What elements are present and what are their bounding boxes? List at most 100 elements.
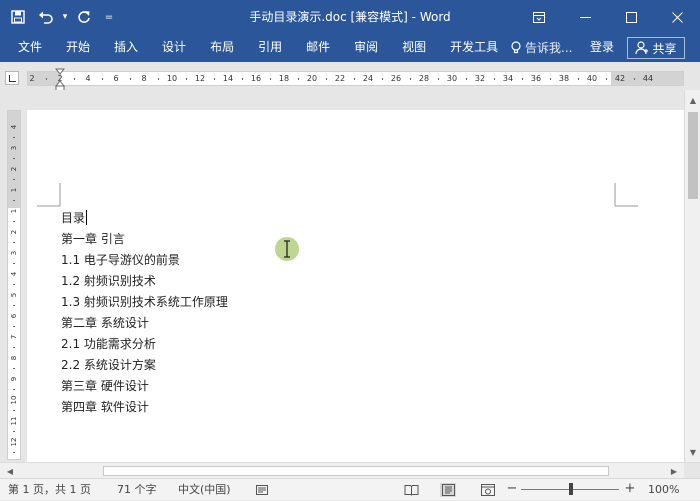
ruler-tick-mark	[466, 78, 467, 80]
ribbon-display-icon[interactable]	[516, 0, 562, 34]
vruler-tick-mark	[13, 347, 15, 348]
vruler-tick-label: 1	[10, 187, 18, 193]
tab-2[interactable]: 插入	[102, 34, 150, 62]
toc-line[interactable]: 第四章 软件设计	[61, 397, 228, 418]
login-link[interactable]: 登录	[590, 34, 614, 62]
ruler-tick-label: 10	[166, 74, 178, 83]
toc-line[interactable]: 1.2 射频识别技术	[61, 271, 228, 292]
ruler-tick-label: 22	[334, 74, 346, 83]
web-layout-icon[interactable]	[480, 483, 496, 497]
vertical-scrollbar[interactable]: ▲ ▼	[684, 90, 700, 462]
toc-line-text: 第二章 系统设计	[61, 316, 149, 330]
ruler-tick-label: 36	[530, 74, 542, 83]
vruler-tick-label: 6	[10, 313, 18, 319]
tell-me-box[interactable]: 告诉我...	[511, 34, 572, 62]
tab-0[interactable]: 文件	[6, 34, 54, 62]
crop-mark-top-left	[37, 183, 61, 207]
close-icon[interactable]	[654, 0, 700, 34]
vertical-ruler[interactable]: 4 3 2 1 1 2 3 4 5 6 7 8 9 10 11 12	[7, 110, 21, 460]
ruler-tick-label: 4	[85, 74, 91, 83]
share-button[interactable]: 共享	[627, 37, 685, 59]
toc-line[interactable]: 第二章 系统设计	[61, 313, 228, 334]
horizontal-scroll-thumb[interactable]	[103, 466, 609, 476]
tab-6[interactable]: 邮件	[294, 34, 342, 62]
ruler-tick-mark	[214, 78, 215, 80]
macro-record-icon[interactable]	[255, 483, 269, 497]
tab-7[interactable]: 审阅	[342, 34, 390, 62]
language-indicator[interactable]: 中文(中国)	[178, 479, 231, 501]
toc-line-text: 1.2 射频识别技术	[61, 274, 156, 288]
ruler-tick-label: 14	[222, 74, 234, 83]
read-mode-icon[interactable]	[403, 483, 419, 497]
ruler-tick-mark	[186, 78, 187, 80]
vruler-tick-label: 3	[10, 250, 18, 256]
scroll-up-icon[interactable]: ▲	[685, 92, 700, 108]
tab-4[interactable]: 布局	[198, 34, 246, 62]
page-count[interactable]: 第 1 页，共 1 页	[8, 479, 91, 501]
vruler-tick-mark	[13, 263, 15, 264]
ruler-tick-mark	[158, 78, 159, 80]
vruler-tick-label: 12	[10, 437, 18, 447]
toc-line[interactable]: 2.2 系统设计方案	[61, 355, 228, 376]
save-icon[interactable]	[4, 0, 32, 34]
horizontal-ruler[interactable]: 2 2 4 6 8 10 12 14 16 18 20 22 24 26 28 30 32 34 36 38 40 42 4…	[27, 71, 684, 86]
tab-5[interactable]: 引用	[246, 34, 294, 62]
toc-line[interactable]: 1.3 射频识别技术系统工作原理	[61, 292, 228, 313]
vruler-tick-label: 3	[10, 145, 18, 151]
tab-9[interactable]: 开发工具	[438, 34, 510, 62]
text-caret	[86, 210, 88, 225]
ruler-tick-mark	[242, 78, 243, 80]
word-count[interactable]: 71 个字	[117, 479, 157, 501]
vruler-tick-mark	[13, 326, 15, 327]
vertical-scroll-thumb[interactable]	[688, 112, 698, 199]
vruler-tick-label: 5	[10, 292, 18, 298]
tab-8[interactable]: 视图	[390, 34, 438, 62]
minimize-icon[interactable]	[562, 0, 608, 34]
ruler-tick-label: 26	[390, 74, 402, 83]
zoom-level[interactable]: 100%	[648, 479, 679, 501]
scroll-left-icon[interactable]: ◀	[2, 463, 18, 479]
customize-qat-icon[interactable]: =	[98, 0, 120, 34]
horizontal-scrollbar[interactable]: ◀ ▶	[0, 462, 700, 479]
tab-list: 文件 开始 插入 设计 布局 引用 邮件 审阅 视图 开发工具	[6, 34, 510, 62]
zoom-out-button[interactable]: −	[505, 479, 519, 501]
tab-selector-icon[interactable]	[5, 71, 19, 85]
print-layout-icon[interactable]	[440, 483, 456, 497]
tell-me-text: 告诉我...	[525, 41, 573, 55]
vruler-tick-label: 4	[10, 271, 18, 277]
tab-1[interactable]: 开始	[54, 34, 102, 62]
ruler-tick-label: 6	[113, 74, 119, 83]
redo-icon[interactable]	[70, 0, 98, 34]
toc-line-text: 1.3 射频识别技术系统工作原理	[61, 295, 228, 309]
vruler-tick-mark	[13, 284, 15, 285]
undo-icon[interactable]	[32, 0, 60, 34]
vruler-tick-label: 2	[10, 229, 18, 235]
ruler-tick-mark	[354, 78, 355, 80]
document-content[interactable]: 目录 第一章 引言 1.1 电子导游仪的前景 1.2 射频识别技术 1.3 射频识别技术…	[61, 208, 228, 418]
scroll-right-icon[interactable]: ▶	[666, 463, 682, 479]
toc-heading[interactable]: 目录	[61, 208, 228, 229]
ruler-tick-label: 12	[194, 74, 206, 83]
zoom-in-button[interactable]: +	[623, 479, 637, 501]
zoom-slider-thumb[interactable]	[569, 483, 573, 495]
indent-marker-icon[interactable]	[55, 68, 65, 92]
tab-3[interactable]: 设计	[150, 34, 198, 62]
maximize-icon[interactable]	[608, 0, 654, 34]
toc-line[interactable]: 第一章 引言	[61, 229, 228, 250]
vruler-tick-mark	[13, 368, 15, 369]
toc-line[interactable]: 1.1 电子导游仪的前景	[61, 250, 228, 271]
vruler-tick-label: 11	[10, 416, 18, 426]
ruler-tick-label: 42	[614, 74, 626, 83]
vruler-tick-mark	[13, 158, 15, 159]
vruler-tick-label: 10	[10, 395, 18, 405]
toc-line[interactable]: 2.1 功能需求分析	[61, 334, 228, 355]
scroll-down-icon[interactable]: ▼	[685, 444, 700, 460]
undo-dropdown-icon[interactable]: ▾	[60, 0, 70, 34]
window-controls	[516, 0, 700, 34]
ruler-tick-label: 32	[474, 74, 486, 83]
crop-mark-top-right	[614, 183, 638, 207]
ruler-tick-label: 2	[29, 74, 35, 83]
ruler-tick-label: 44	[642, 74, 654, 83]
vruler-tick-label: 1	[10, 208, 18, 214]
toc-line[interactable]: 第三章 硬件设计	[61, 376, 228, 397]
